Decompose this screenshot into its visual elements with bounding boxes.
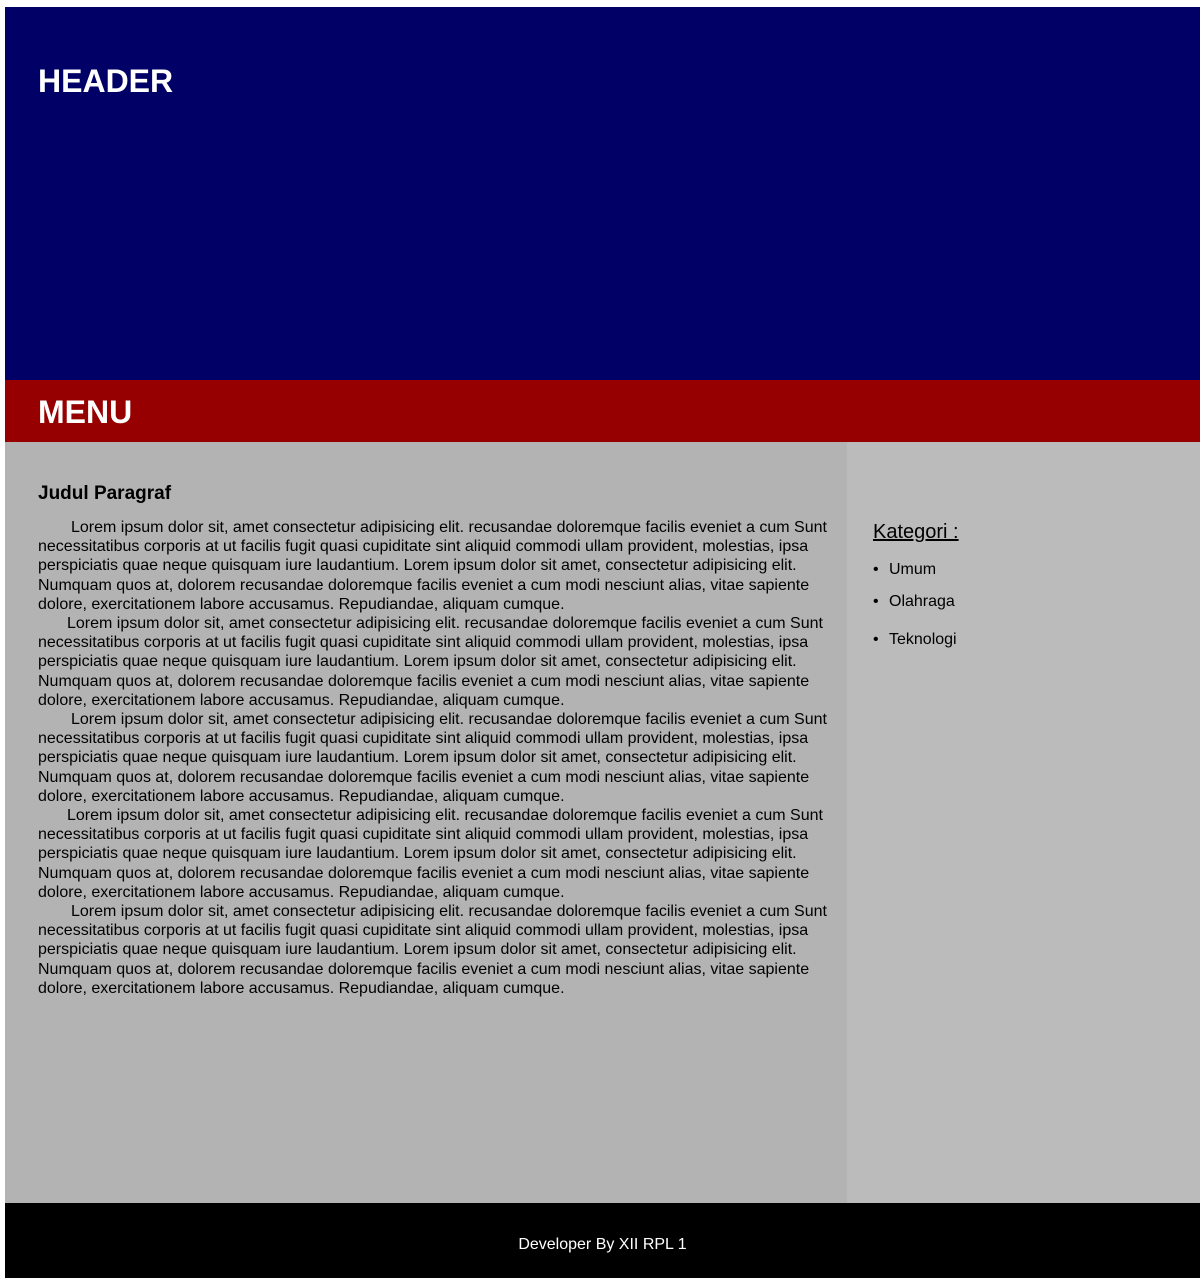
paragraph: Lorem ipsum dolor sit, amet consectetur … [38,615,823,709]
main-content: Judul Paragraf Lorem ipsum dolor sit, am… [5,442,847,1203]
bullet-icon: • [873,561,879,578]
header-title: HEADER [38,63,174,99]
category-label: Teknologi [889,631,957,648]
bullet-icon: • [873,593,879,610]
site-header: HEADER [5,7,1200,380]
paragraph: Lorem ipsum dolor sit, amet consectetur … [38,807,823,901]
category-label: Olahraga [889,593,955,610]
category-item-teknologi[interactable]: • Teknologi [873,630,957,650]
footer-credit: Developer By XII RPL 1 [518,1236,687,1253]
menu-bar: MENU [5,380,1200,442]
category-title: Kategori : [873,521,959,543]
bullet-icon: • [873,631,879,648]
paragraph: Lorem ipsum dolor sit, amet consectetur … [38,711,827,805]
category-label: Umum [889,561,937,578]
sidebar: Kategori : • Umum • Olahraga • Teknologi [847,442,1200,1203]
site-footer: Developer By XII RPL 1 [5,1203,1200,1278]
paragraph-list: Lorem ipsum dolor sit, amet consectetur … [38,518,838,998]
category-item-umum[interactable]: • Umum [873,560,936,580]
paragraph: Lorem ipsum dolor sit, amet consectetur … [38,519,827,613]
page: HEADER MENU Judul Paragraf Lorem ipsum d… [5,7,1200,1278]
content-heading: Judul Paragraf [38,483,172,504]
category-item-olahraga[interactable]: • Olahraga [873,592,955,612]
menu-title: MENU [38,394,133,430]
paragraph: Lorem ipsum dolor sit, amet consectetur … [38,903,827,997]
